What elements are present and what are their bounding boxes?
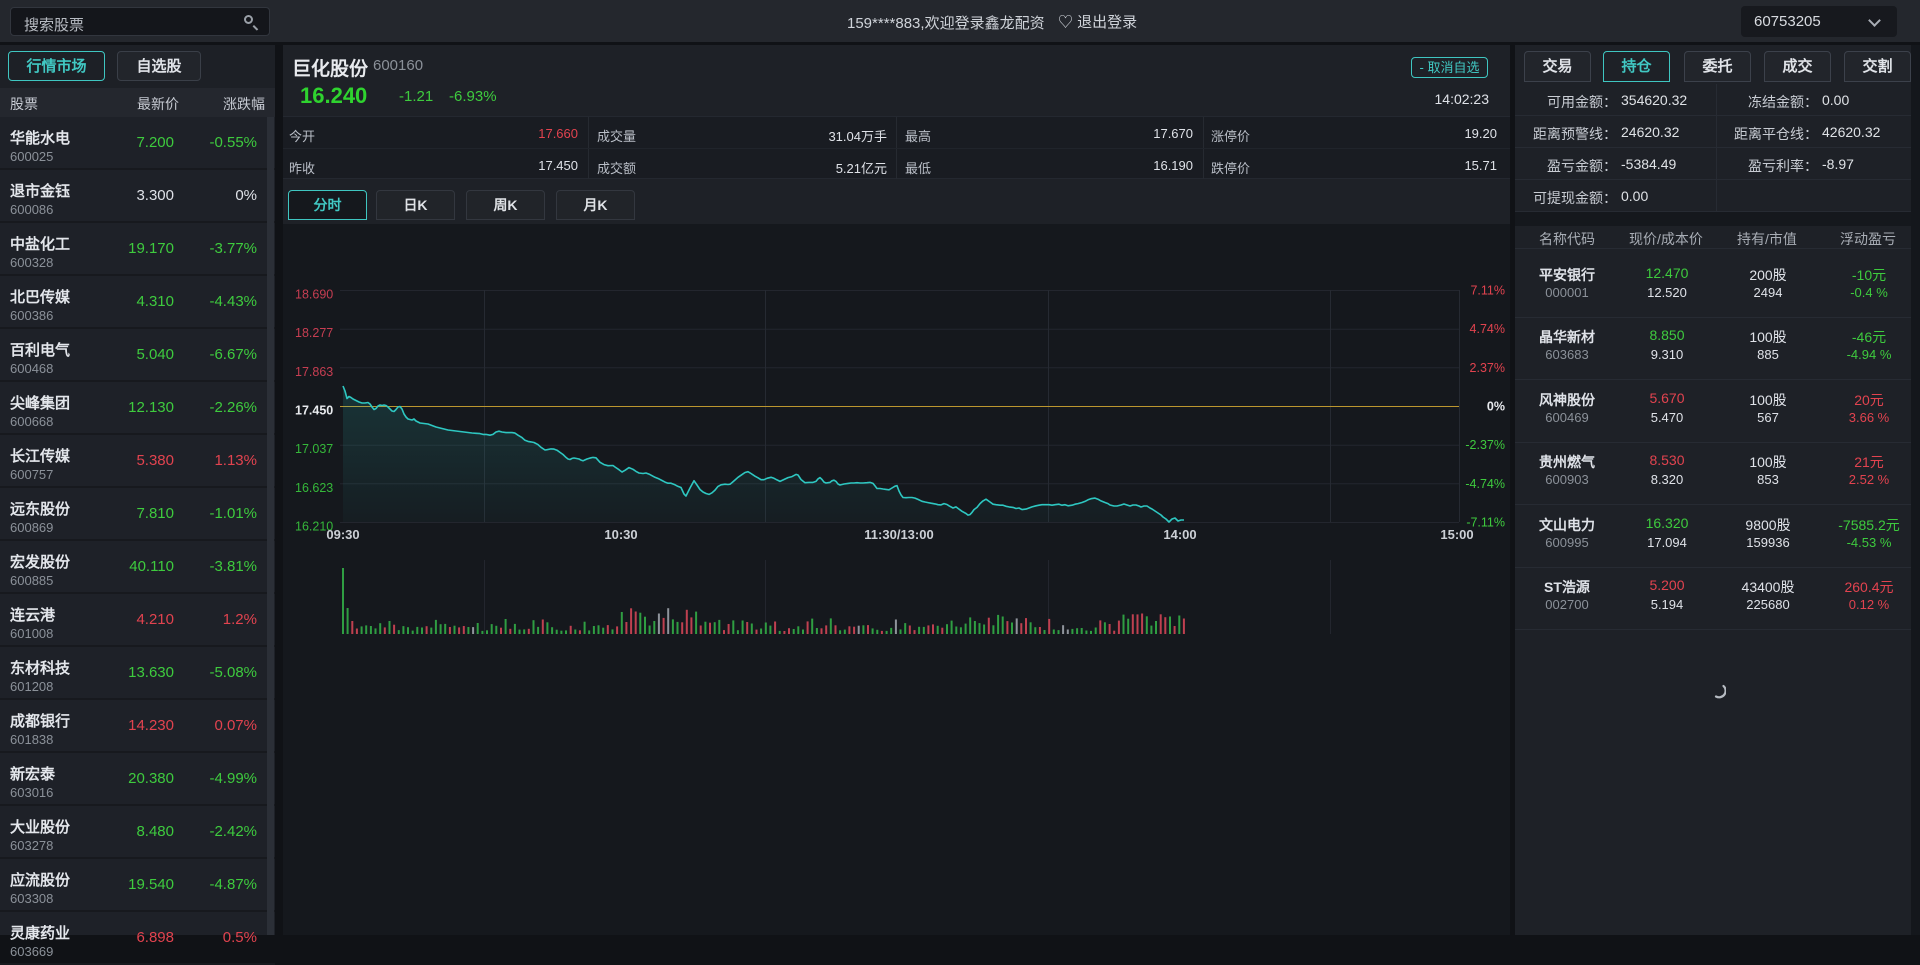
svg-text:4.74%: 4.74% xyxy=(1470,322,1505,336)
svg-text:18.690: 18.690 xyxy=(295,288,333,302)
svg-text:7.11%: 7.11% xyxy=(1470,284,1505,298)
svg-text:15:00: 15:00 xyxy=(1440,527,1473,542)
svg-text:17.450: 17.450 xyxy=(295,404,333,418)
svg-text:-2.37%: -2.37% xyxy=(1465,438,1505,452)
svg-text:17.037: 17.037 xyxy=(295,442,333,456)
svg-text:10:30: 10:30 xyxy=(604,527,637,542)
svg-text:09:30: 09:30 xyxy=(326,527,359,542)
svg-text:14:00: 14:00 xyxy=(1163,527,1196,542)
svg-text:16.623: 16.623 xyxy=(295,481,333,495)
svg-text:18.277: 18.277 xyxy=(295,326,333,340)
svg-text:17.863: 17.863 xyxy=(295,365,333,379)
svg-text:2.37%: 2.37% xyxy=(1470,361,1505,375)
svg-text:11:30/13:00: 11:30/13:00 xyxy=(864,527,933,542)
svg-text:-4.74%: -4.74% xyxy=(1465,477,1505,491)
svg-text:0%: 0% xyxy=(1487,400,1505,414)
